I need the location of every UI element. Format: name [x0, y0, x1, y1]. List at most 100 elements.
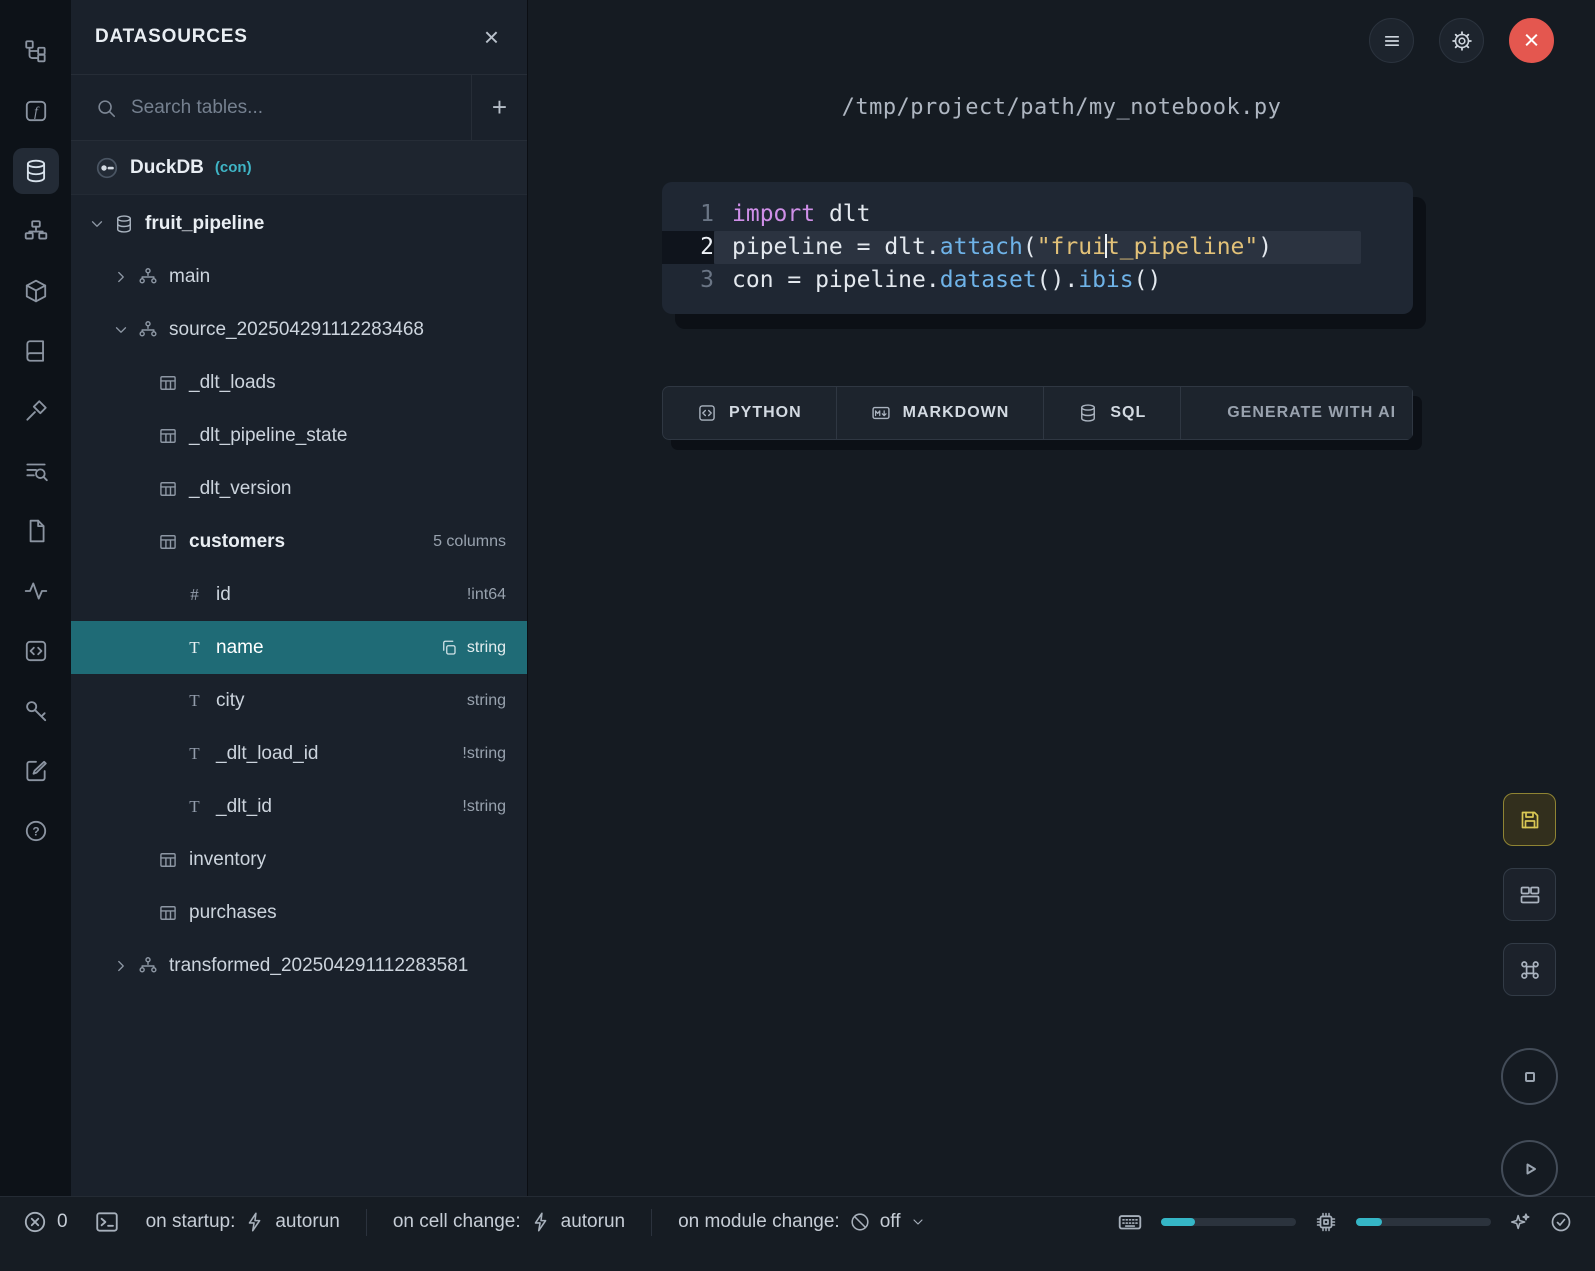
rail-item-functions[interactable] — [13, 88, 59, 134]
save-button[interactable] — [1503, 793, 1556, 846]
setting-value: autorun — [275, 1211, 339, 1233]
tree-item-fruit-pipeline[interactable]: fruit_pipeline — [71, 197, 527, 250]
code-text[interactable]: con = pipeline.dataset().ibis() — [714, 264, 1413, 297]
key-icon — [23, 698, 49, 724]
keyboard-slider[interactable] — [1161, 1218, 1296, 1226]
panel-title: DATASOURCES — [95, 26, 248, 48]
copy-icon[interactable] — [440, 639, 458, 657]
settings-button[interactable] — [1439, 18, 1484, 63]
panel-close-button[interactable]: × — [480, 22, 503, 52]
on-module-change-setting[interactable]: on module change: off — [678, 1211, 925, 1233]
column-type-label: string — [467, 639, 506, 657]
tree-item-dlt-loads[interactable]: _dlt_loads — [71, 356, 527, 409]
connection-engine: DuckDB — [130, 157, 204, 179]
file-icon — [23, 518, 49, 544]
rail-item-dependencies[interactable] — [13, 208, 59, 254]
connection-header[interactable]: DuckDB (con) — [71, 141, 527, 195]
tree-item-source-schema[interactable]: source_202504291112283468 — [71, 303, 527, 356]
tree-item-transformed-schema[interactable]: transformed_202504291112283581 — [71, 939, 527, 992]
run-button[interactable] — [1501, 1140, 1558, 1197]
tree-item-column-dlt-id[interactable]: T _dlt_id !string — [71, 780, 527, 833]
tree-item-label: _dlt_pipeline_state — [189, 425, 347, 447]
rail-item-packages[interactable] — [13, 268, 59, 314]
add-cell-buttons: PYTHON MARKDOWN SQL GENERATE WITH AI — [662, 386, 1413, 440]
terminal-icon — [94, 1209, 120, 1235]
hamburger-menu-icon — [1382, 31, 1402, 51]
code-text[interactable]: import dlt — [714, 198, 1413, 231]
keyboard-shortcuts-button[interactable] — [1503, 943, 1556, 996]
tree-item-label: _dlt_id — [216, 796, 272, 818]
rail-item-logs[interactable] — [13, 448, 59, 494]
button-label: PYTHON — [729, 404, 802, 422]
schema-tree: fruit_pipeline main source_2025042911122… — [71, 195, 527, 992]
tree-item-label: fruit_pipeline — [145, 213, 264, 235]
line-number: 3 — [662, 264, 714, 297]
rail-item-tools[interactable] — [13, 388, 59, 434]
setting-value: autorun — [561, 1211, 625, 1233]
tree-item-dlt-version[interactable]: _dlt_version — [71, 462, 527, 515]
chevron-right-icon[interactable] — [112, 268, 130, 286]
tree-item-main[interactable]: main — [71, 250, 527, 303]
add-connection-button[interactable]: + — [471, 75, 527, 140]
file-tree-icon — [23, 38, 49, 64]
help-icon — [23, 818, 49, 844]
notebook-area: × /tmp/project/path/my_notebook.py 1 imp… — [528, 0, 1595, 1196]
rail-item-snippets[interactable] — [13, 628, 59, 674]
setting-label: on cell change: — [393, 1211, 521, 1233]
string-type-icon: T — [184, 744, 205, 764]
add-sql-cell-button[interactable]: SQL — [1044, 386, 1181, 440]
rail-item-file-tree[interactable] — [13, 28, 59, 74]
generate-with-ai-button[interactable]: GENERATE WITH AI — [1181, 386, 1413, 440]
tree-item-column-id[interactable]: # id !int64 — [71, 568, 527, 621]
tree-item-label: purchases — [189, 902, 277, 924]
keyboard-icon[interactable] — [1117, 1209, 1143, 1235]
tree-item-customers[interactable]: customers 5 columns — [71, 515, 527, 568]
rail-item-help[interactable] — [13, 808, 59, 854]
sparkle-icon[interactable] — [1509, 1211, 1531, 1233]
rail-item-scratchpad[interactable] — [13, 748, 59, 794]
rail-item-documentation[interactable] — [13, 328, 59, 374]
chevron-right-icon[interactable] — [112, 957, 130, 975]
chip-slider[interactable] — [1356, 1218, 1491, 1226]
add-python-cell-button[interactable]: PYTHON — [662, 386, 837, 440]
code-square-icon — [697, 403, 717, 423]
activity-bar — [0, 0, 71, 1196]
layout-toggle-button[interactable] — [1503, 868, 1556, 921]
tree-item-column-city[interactable]: T city string — [71, 674, 527, 727]
code-text[interactable]: pipeline = dlt.attach("fruit_pipeline") — [714, 231, 1361, 264]
tree-item-inventory[interactable]: inventory — [71, 833, 527, 886]
tree-item-dlt-pipeline-state[interactable]: _dlt_pipeline_state — [71, 409, 527, 462]
tree-item-column-name[interactable]: T name string — [71, 621, 527, 674]
lightning-icon — [530, 1211, 552, 1233]
chevron-down-icon[interactable] — [112, 321, 130, 339]
hammer-icon — [23, 398, 49, 424]
table-icon — [158, 850, 178, 870]
search-input[interactable] — [131, 97, 453, 119]
on-cell-change-setting[interactable]: on cell change: autorun — [393, 1211, 625, 1233]
tree-item-purchases[interactable]: purchases — [71, 886, 527, 939]
search-icon — [95, 97, 117, 119]
rail-item-tracing[interactable] — [13, 568, 59, 614]
slider-fill — [1356, 1218, 1382, 1226]
check-circle-icon[interactable] — [1549, 1210, 1573, 1234]
rail-item-datasources[interactable] — [13, 148, 59, 194]
code-cell[interactable]: 1 import dlt 2 pipeline = dlt.attach("fr… — [662, 182, 1413, 314]
rail-item-secrets[interactable] — [13, 688, 59, 734]
stop-button[interactable] — [1501, 1048, 1558, 1105]
notebook-filename: /tmp/project/path/my_notebook.py — [528, 95, 1595, 120]
button-label: MARKDOWN — [903, 404, 1010, 422]
close-button[interactable]: × — [1509, 18, 1554, 63]
rail-item-files[interactable] — [13, 508, 59, 554]
markdown-icon — [871, 403, 891, 423]
datasources-panel: DATASOURCES × + DuckDB (con) frui — [71, 0, 528, 1196]
package-icon — [23, 278, 49, 304]
terminal-button[interactable] — [94, 1209, 120, 1235]
chip-icon[interactable] — [1314, 1210, 1338, 1234]
tree-item-column-dlt-load-id[interactable]: T _dlt_load_id !string — [71, 727, 527, 780]
chevron-down-icon[interactable] — [88, 215, 106, 233]
error-counter[interactable]: 0 — [22, 1209, 68, 1235]
on-startup-setting[interactable]: on startup: autorun — [146, 1211, 340, 1233]
duckdb-logo-icon — [95, 156, 119, 180]
menu-button[interactable] — [1369, 18, 1414, 63]
add-markdown-cell-button[interactable]: MARKDOWN — [837, 386, 1045, 440]
